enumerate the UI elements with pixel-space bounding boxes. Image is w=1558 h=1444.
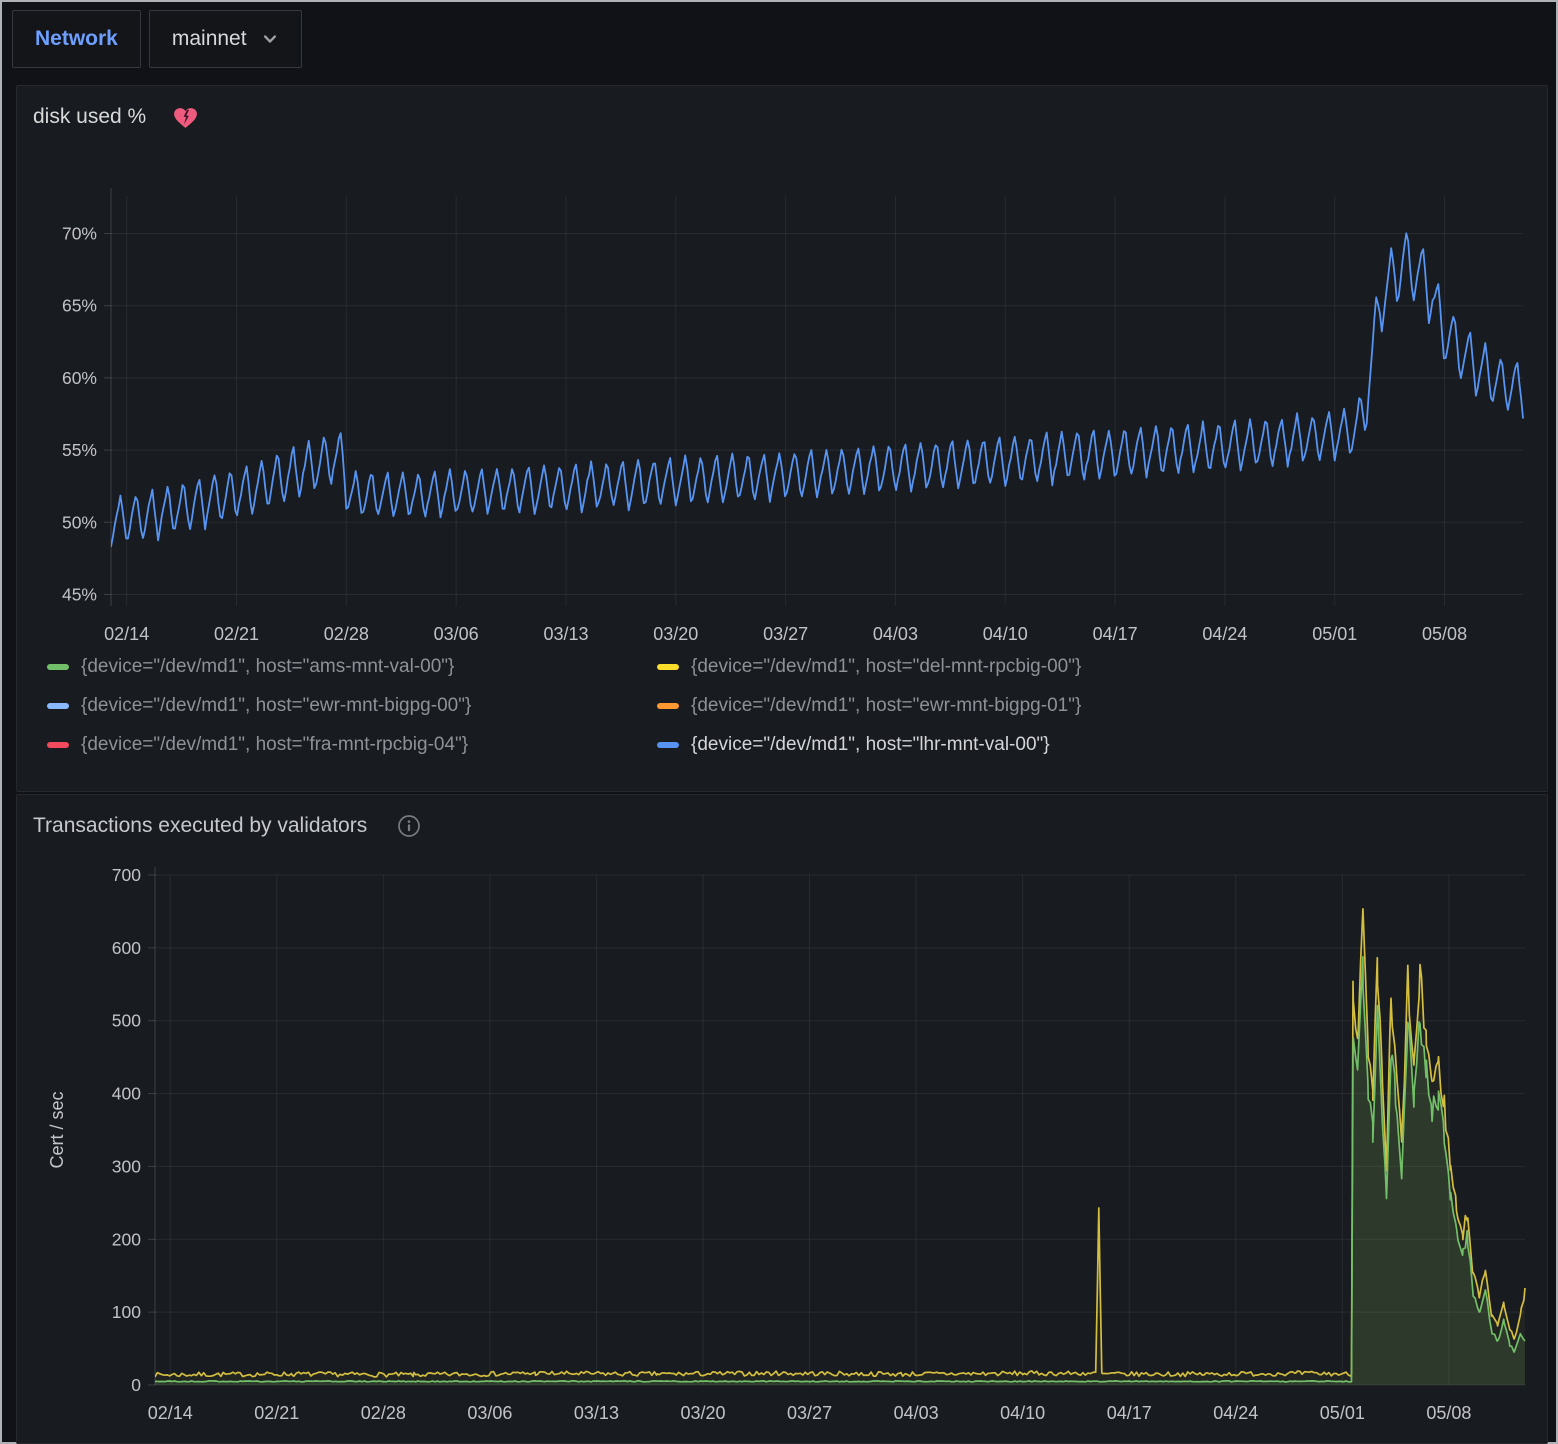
info-circle-icon[interactable] xyxy=(397,814,421,838)
legend-swatch-icon xyxy=(47,742,69,748)
x-tick-label: 04/10 xyxy=(1000,1403,1045,1423)
yellow-series-fill xyxy=(155,909,1525,1385)
y-tick-label: 65% xyxy=(62,296,97,316)
panel-title[interactable]: Transactions executed by validators xyxy=(33,814,367,838)
y-tick-label: 700 xyxy=(112,865,141,885)
x-tick-label: 03/06 xyxy=(467,1403,512,1423)
x-tick-label: 04/03 xyxy=(894,1403,939,1423)
y-tick-label: 50% xyxy=(62,512,97,532)
x-tick-label: 02/28 xyxy=(361,1403,406,1423)
x-tick-label: 04/03 xyxy=(873,624,918,644)
y-tick-label: 300 xyxy=(112,1156,141,1176)
x-tick-label: 02/14 xyxy=(148,1403,193,1423)
legend-item[interactable]: {device="/dev/md1", host="lhr-mnt-val-00… xyxy=(657,734,1227,756)
legend-swatch-icon xyxy=(47,703,69,709)
x-tick-label: 03/20 xyxy=(653,624,698,644)
x-tick-label: 03/20 xyxy=(680,1403,725,1423)
x-tick-label: 04/24 xyxy=(1213,1403,1258,1423)
y-tick-label: 0 xyxy=(131,1375,141,1395)
panel-transactions-header: Transactions executed by validators xyxy=(17,795,1547,845)
x-tick-label: 03/13 xyxy=(574,1403,619,1423)
legend-label[interactable]: {device="/dev/md1", host="fra-mnt-rpcbig… xyxy=(81,734,468,756)
legend-swatch-icon xyxy=(657,742,679,748)
dashboard-variable-controls: Network mainnet xyxy=(12,10,302,68)
y-tick-label: 200 xyxy=(112,1229,141,1249)
panel-transactions: Transactions executed by validators 0 100… xyxy=(16,794,1548,1444)
x-tick-label: 02/21 xyxy=(254,1403,299,1423)
x-tick-label: 05/08 xyxy=(1422,624,1467,644)
legend-item[interactable]: {device="/dev/md1", host="ams-mnt-val-00… xyxy=(47,656,617,678)
legend-swatch-icon xyxy=(657,664,679,670)
y-tick-label: 70% xyxy=(62,224,97,244)
legend-swatch-icon xyxy=(47,664,69,670)
y-tick-label: 600 xyxy=(112,938,141,958)
variable-label-network: Network xyxy=(12,10,141,68)
legend-label[interactable]: {device="/dev/md1", host="ams-mnt-val-00… xyxy=(81,656,454,678)
y-tick-label: 55% xyxy=(62,440,97,460)
legend-label[interactable]: {device="/dev/md1", host="lhr-mnt-val-00… xyxy=(691,734,1050,756)
y-tick-label: 400 xyxy=(112,1084,141,1104)
x-tick-label: 03/06 xyxy=(434,624,479,644)
legend-item[interactable]: {device="/dev/md1", host="del-mnt-rpcbig… xyxy=(657,656,1227,678)
legend-label[interactable]: {device="/dev/md1", host="del-mnt-rpcbig… xyxy=(691,656,1081,678)
x-tick-label: 02/14 xyxy=(104,624,149,644)
disk-used-series-line xyxy=(111,233,1523,546)
network-variable-dropdown[interactable]: mainnet xyxy=(149,10,302,68)
y-tick-label: 500 xyxy=(112,1011,141,1031)
x-tick-label: 05/01 xyxy=(1320,1403,1365,1423)
panel-title[interactable]: disk used % xyxy=(33,105,146,129)
legend-swatch-icon xyxy=(657,703,679,709)
grafana-dashboard: { "controls": { "network_label": "Networ… xyxy=(0,0,1558,1444)
x-tick-label: 03/13 xyxy=(543,624,588,644)
x-tick-label: 03/27 xyxy=(763,624,808,644)
x-tick-label: 04/24 xyxy=(1202,624,1247,644)
x-tick-label: 02/28 xyxy=(324,624,369,644)
transactions-chart[interactable]: 0 100 200 300 400 500 600 700 02/14 02/21 02/28 03/… xyxy=(33,845,1531,1443)
legend-item[interactable]: {device="/dev/md1", host="ewr-mnt-bigpg-… xyxy=(47,695,617,717)
x-tick-label: 04/17 xyxy=(1107,1403,1152,1423)
yellow-series-line xyxy=(155,909,1525,1377)
y-tick-label: 100 xyxy=(112,1302,141,1322)
y-tick-label: 45% xyxy=(62,584,97,604)
x-tick-label: 05/08 xyxy=(1426,1403,1471,1423)
panel-disk-used: disk used % 45% 50% 55% 60% 65% 70% 02/14 02/21… xyxy=(16,85,1548,792)
panel-disk-used-header: disk used % xyxy=(17,86,1547,136)
disk-used-legend: {device="/dev/md1", host="ams-mnt-val-00… xyxy=(47,656,1531,773)
y-tick-label: 60% xyxy=(62,368,97,388)
legend-item[interactable]: {device="/dev/md1", host="fra-mnt-rpcbig… xyxy=(47,734,617,756)
x-tick-label: 04/17 xyxy=(1093,624,1138,644)
chevron-down-icon xyxy=(261,30,279,48)
alert-broken-heart-icon[interactable] xyxy=(172,105,199,130)
legend-label[interactable]: {device="/dev/md1", host="ewr-mnt-bigpg-… xyxy=(81,695,471,717)
disk-used-chart[interactable]: 45% 50% 55% 60% 65% 70% 02/14 02/21 02/28 03/06 03… xyxy=(33,136,1531,646)
x-tick-label: 05/01 xyxy=(1312,624,1357,644)
legend-label[interactable]: {device="/dev/md1", host="ewr-mnt-bigpg-… xyxy=(691,695,1081,717)
x-tick-label: 04/10 xyxy=(983,624,1028,644)
x-tick-label: 02/21 xyxy=(214,624,259,644)
variable-value-text: mainnet xyxy=(172,27,247,51)
y-axis-title: Cert / sec xyxy=(47,1091,67,1168)
variable-label-text: Network xyxy=(35,27,118,51)
legend-item[interactable]: {device="/dev/md1", host="ewr-mnt-bigpg-… xyxy=(657,695,1227,717)
x-tick-label: 03/27 xyxy=(787,1403,832,1423)
